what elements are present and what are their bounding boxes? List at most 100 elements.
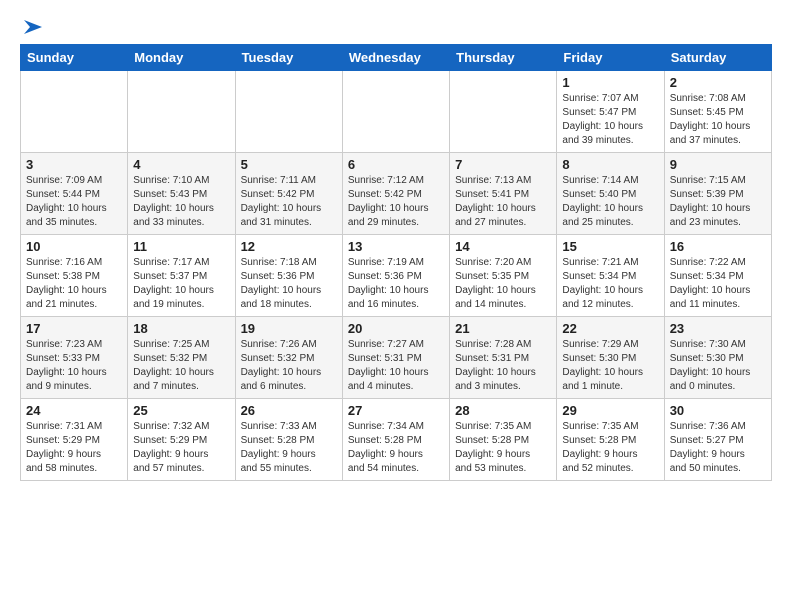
day-info: Sunrise: 7:09 AM Sunset: 5:44 PM Dayligh… [26, 174, 122, 230]
day-number: 20 [348, 321, 444, 336]
day-info: Sunrise: 7:19 AM Sunset: 5:36 PM Dayligh… [348, 256, 444, 312]
weekday-header-cell: Friday [557, 45, 664, 71]
page: SundayMondayTuesdayWednesdayThursdayFrid… [0, 0, 792, 491]
calendar-day-cell: 15 Sunrise: 7:21 AM Sunset: 5:34 PM Dayli… [557, 235, 664, 317]
day-number: 27 [348, 403, 444, 418]
calendar-week-row: 17 Sunrise: 7:23 AM Sunset: 5:33 PM Dayli… [21, 317, 772, 399]
day-number: 5 [241, 157, 337, 172]
day-number: 29 [562, 403, 658, 418]
calendar-day-cell: 19 Sunrise: 7:26 AM Sunset: 5:32 PM Dayli… [235, 317, 342, 399]
day-number: 23 [670, 321, 766, 336]
day-info: Sunrise: 7:14 AM Sunset: 5:40 PM Dayligh… [562, 174, 658, 230]
day-info: Sunrise: 7:21 AM Sunset: 5:34 PM Dayligh… [562, 256, 658, 312]
day-number: 14 [455, 239, 551, 254]
day-number: 28 [455, 403, 551, 418]
day-number: 19 [241, 321, 337, 336]
day-info: Sunrise: 7:20 AM Sunset: 5:35 PM Dayligh… [455, 256, 551, 312]
day-info: Sunrise: 7:10 AM Sunset: 5:43 PM Dayligh… [133, 174, 229, 230]
day-number: 16 [670, 239, 766, 254]
calendar-day-cell [450, 71, 557, 153]
calendar-day-cell: 20 Sunrise: 7:27 AM Sunset: 5:31 PM Dayli… [342, 317, 449, 399]
day-info: Sunrise: 7:23 AM Sunset: 5:33 PM Dayligh… [26, 338, 122, 394]
calendar-day-cell: 1 Sunrise: 7:07 AM Sunset: 5:47 PM Daylig… [557, 71, 664, 153]
day-info: Sunrise: 7:16 AM Sunset: 5:38 PM Dayligh… [26, 256, 122, 312]
day-info: Sunrise: 7:28 AM Sunset: 5:31 PM Dayligh… [455, 338, 551, 394]
day-info: Sunrise: 7:13 AM Sunset: 5:41 PM Dayligh… [455, 174, 551, 230]
logo [20, 16, 44, 34]
day-info: Sunrise: 7:07 AM Sunset: 5:47 PM Dayligh… [562, 92, 658, 148]
calendar-day-cell: 2 Sunrise: 7:08 AM Sunset: 5:45 PM Daylig… [664, 71, 771, 153]
day-number: 15 [562, 239, 658, 254]
calendar-day-cell: 14 Sunrise: 7:20 AM Sunset: 5:35 PM Dayli… [450, 235, 557, 317]
day-number: 21 [455, 321, 551, 336]
day-number: 3 [26, 157, 122, 172]
day-number: 12 [241, 239, 337, 254]
day-info: Sunrise: 7:22 AM Sunset: 5:34 PM Dayligh… [670, 256, 766, 312]
calendar-day-cell: 23Sunrise: 7:30 AM Sunset: 5:30 PM Dayli… [664, 317, 771, 399]
calendar-day-cell [342, 71, 449, 153]
day-info: Sunrise: 7:32 AM Sunset: 5:29 PM Dayligh… [133, 420, 229, 476]
day-info: Sunrise: 7:31 AM Sunset: 5:29 PM Dayligh… [26, 420, 122, 476]
day-info: Sunrise: 7:35 AM Sunset: 5:28 PM Dayligh… [562, 420, 658, 476]
header [20, 16, 772, 34]
day-number: 26 [241, 403, 337, 418]
day-info: Sunrise: 7:34 AM Sunset: 5:28 PM Dayligh… [348, 420, 444, 476]
calendar: SundayMondayTuesdayWednesdayThursdayFrid… [20, 44, 772, 481]
calendar-day-cell: 26 Sunrise: 7:33 AM Sunset: 5:28 PM Dayli… [235, 399, 342, 481]
calendar-day-cell: 29 Sunrise: 7:35 AM Sunset: 5:28 PM Dayli… [557, 399, 664, 481]
weekday-header-row: SundayMondayTuesdayWednesdayThursdayFrid… [21, 45, 772, 71]
logo-arrow-icon [22, 16, 44, 38]
day-number: 18 [133, 321, 229, 336]
calendar-day-cell: 4 Sunrise: 7:10 AM Sunset: 5:43 PM Daylig… [128, 153, 235, 235]
calendar-day-cell: 25Sunrise: 7:32 AM Sunset: 5:29 PM Dayli… [128, 399, 235, 481]
calendar-week-row: 1 Sunrise: 7:07 AM Sunset: 5:47 PM Daylig… [21, 71, 772, 153]
calendar-day-cell: 3 Sunrise: 7:09 AM Sunset: 5:44 PM Daylig… [21, 153, 128, 235]
day-number: 4 [133, 157, 229, 172]
calendar-week-row: 3 Sunrise: 7:09 AM Sunset: 5:44 PM Daylig… [21, 153, 772, 235]
day-info: Sunrise: 7:18 AM Sunset: 5:36 PM Dayligh… [241, 256, 337, 312]
day-number: 1 [562, 75, 658, 90]
calendar-day-cell: 16 Sunrise: 7:22 AM Sunset: 5:34 PM Dayli… [664, 235, 771, 317]
calendar-day-cell: 10 Sunrise: 7:16 AM Sunset: 5:38 PM Dayli… [21, 235, 128, 317]
calendar-day-cell: 22Sunrise: 7:29 AM Sunset: 5:30 PM Dayli… [557, 317, 664, 399]
day-info: Sunrise: 7:12 AM Sunset: 5:42 PM Dayligh… [348, 174, 444, 230]
calendar-body: 1 Sunrise: 7:07 AM Sunset: 5:47 PM Daylig… [21, 71, 772, 481]
day-number: 2 [670, 75, 766, 90]
calendar-day-cell: 9 Sunrise: 7:15 AM Sunset: 5:39 PM Daylig… [664, 153, 771, 235]
calendar-day-cell: 6 Sunrise: 7:12 AM Sunset: 5:42 PM Daylig… [342, 153, 449, 235]
calendar-day-cell: 27 Sunrise: 7:34 AM Sunset: 5:28 PM Dayli… [342, 399, 449, 481]
day-number: 11 [133, 239, 229, 254]
calendar-day-cell: 12 Sunrise: 7:18 AM Sunset: 5:36 PM Dayli… [235, 235, 342, 317]
calendar-day-cell: 30Sunrise: 7:36 AM Sunset: 5:27 PM Dayli… [664, 399, 771, 481]
day-number: 8 [562, 157, 658, 172]
calendar-day-cell: 17 Sunrise: 7:23 AM Sunset: 5:33 PM Dayli… [21, 317, 128, 399]
calendar-day-cell: 24 Sunrise: 7:31 AM Sunset: 5:29 PM Dayli… [21, 399, 128, 481]
weekday-header-cell: Thursday [450, 45, 557, 71]
weekday-header-cell: Sunday [21, 45, 128, 71]
day-info: Sunrise: 7:36 AM Sunset: 5:27 PM Dayligh… [670, 420, 766, 476]
day-number: 6 [348, 157, 444, 172]
day-info: Sunrise: 7:26 AM Sunset: 5:32 PM Dayligh… [241, 338, 337, 394]
day-info: Sunrise: 7:27 AM Sunset: 5:31 PM Dayligh… [348, 338, 444, 394]
calendar-day-cell [235, 71, 342, 153]
calendar-day-cell: 28Sunrise: 7:35 AM Sunset: 5:28 PM Dayli… [450, 399, 557, 481]
calendar-day-cell: 8 Sunrise: 7:14 AM Sunset: 5:40 PM Daylig… [557, 153, 664, 235]
calendar-day-cell: 7Sunrise: 7:13 AM Sunset: 5:41 PM Daylig… [450, 153, 557, 235]
calendar-day-cell [21, 71, 128, 153]
day-info: Sunrise: 7:08 AM Sunset: 5:45 PM Dayligh… [670, 92, 766, 148]
day-number: 24 [26, 403, 122, 418]
day-info: Sunrise: 7:25 AM Sunset: 5:32 PM Dayligh… [133, 338, 229, 394]
day-info: Sunrise: 7:33 AM Sunset: 5:28 PM Dayligh… [241, 420, 337, 476]
calendar-day-cell: 21 Sunrise: 7:28 AM Sunset: 5:31 PM Dayli… [450, 317, 557, 399]
day-number: 9 [670, 157, 766, 172]
day-info: Sunrise: 7:29 AM Sunset: 5:30 PM Dayligh… [562, 338, 658, 394]
day-info: Sunrise: 7:15 AM Sunset: 5:39 PM Dayligh… [670, 174, 766, 230]
day-number: 17 [26, 321, 122, 336]
calendar-day-cell: 18 Sunrise: 7:25 AM Sunset: 5:32 PM Dayli… [128, 317, 235, 399]
day-number: 10 [26, 239, 122, 254]
calendar-week-row: 10 Sunrise: 7:16 AM Sunset: 5:38 PM Dayli… [21, 235, 772, 317]
weekday-header-cell: Saturday [664, 45, 771, 71]
calendar-week-row: 24 Sunrise: 7:31 AM Sunset: 5:29 PM Dayli… [21, 399, 772, 481]
weekday-header-cell: Tuesday [235, 45, 342, 71]
day-info: Sunrise: 7:17 AM Sunset: 5:37 PM Dayligh… [133, 256, 229, 312]
